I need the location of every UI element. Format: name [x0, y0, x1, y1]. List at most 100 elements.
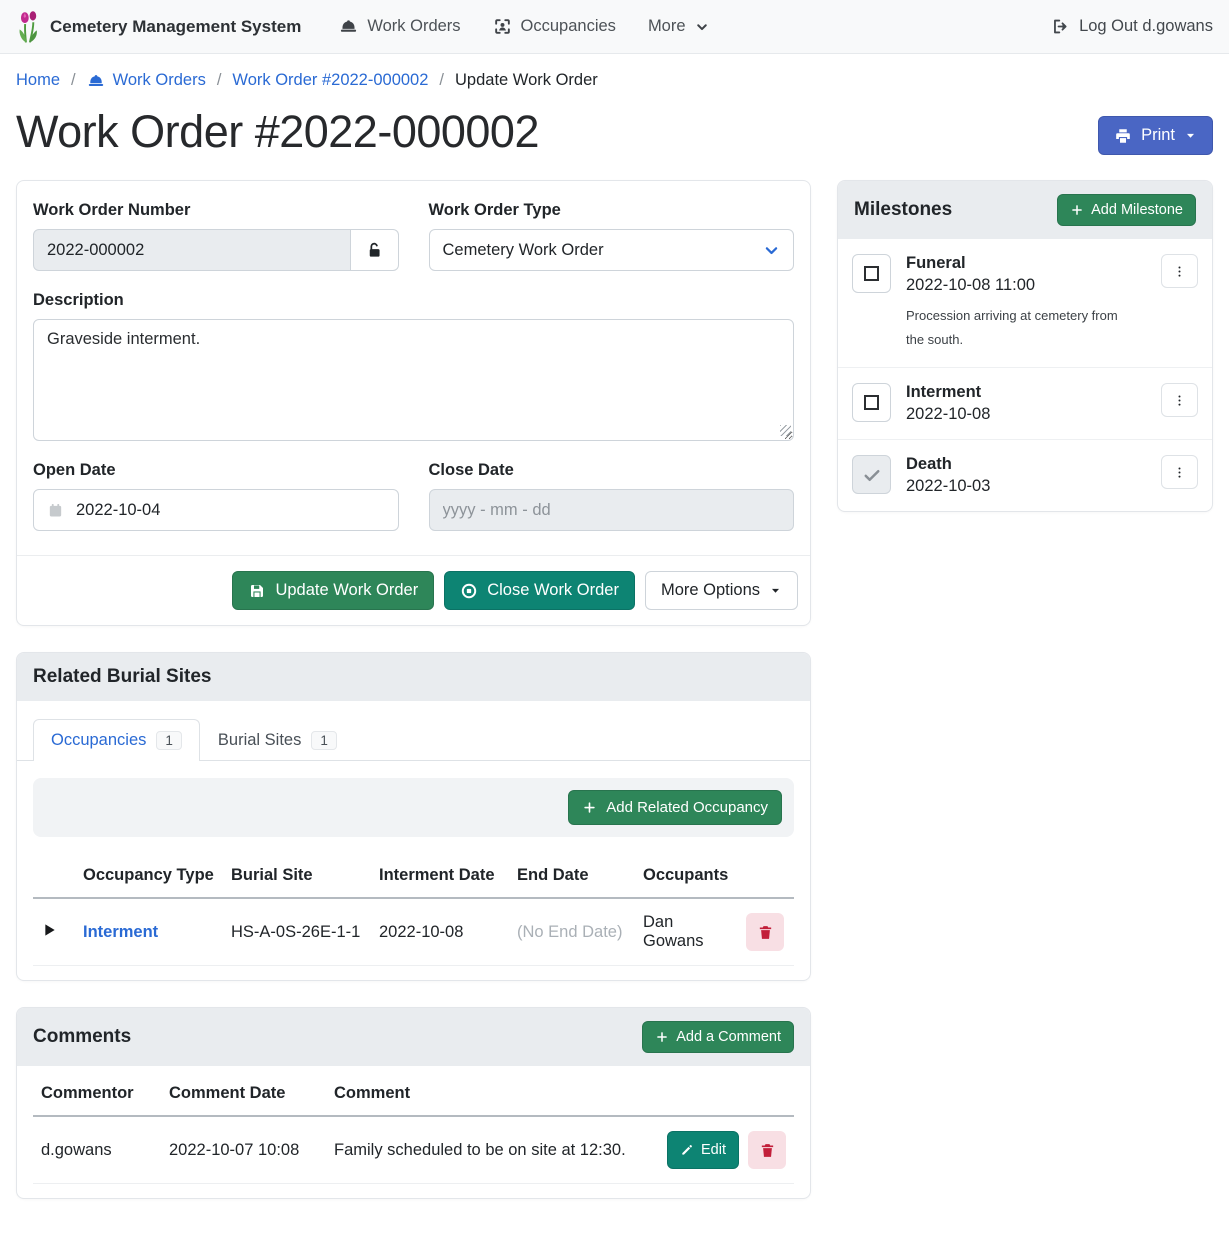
tab-label: Occupancies — [51, 731, 146, 750]
description-label: Description — [33, 291, 794, 310]
top-navbar: Cemetery Management System Work Orders — [0, 0, 1229, 54]
milestone-menu-button[interactable] — [1161, 455, 1198, 489]
milestone-date: 2022-10-08 — [906, 405, 1146, 424]
checkbox-square-icon — [864, 266, 879, 281]
close-date-input — [429, 489, 795, 531]
print-label: Print — [1141, 126, 1175, 145]
logout-button[interactable]: Log Out d.gowans — [1051, 17, 1213, 36]
comments-table: Commentor Comment Date Comment d.gowans … — [33, 1072, 794, 1184]
work-order-form-card: Work Order Number — [16, 180, 811, 626]
comment-table-row: d.gowans 2022-10-07 10:08 Family schedul… — [33, 1116, 794, 1184]
page-header: Work Order #2022-000002 Print — [0, 100, 1229, 180]
edit-comment-button[interactable]: Edit — [667, 1131, 739, 1169]
nav-item-work-orders[interactable]: Work Orders — [327, 9, 472, 44]
milestone-checkbox[interactable] — [852, 254, 891, 293]
breadcrumb-work-order-number[interactable]: Work Order #2022-000002 — [232, 71, 428, 90]
comments-card-header: Comments Add a Comment — [17, 1008, 810, 1066]
more-options-label: More Options — [661, 581, 760, 600]
breadcrumb-separator: / — [439, 71, 444, 90]
nav-item-occupancies[interactable]: Occupancies — [481, 9, 628, 44]
calendar-icon — [47, 502, 64, 519]
chevron-down-icon — [763, 242, 780, 259]
print-button[interactable]: Print — [1098, 116, 1213, 155]
occupancies-toolbar: Add Related Occupancy — [33, 778, 794, 837]
pencil-icon — [680, 1143, 694, 1157]
delete-comment-button[interactable] — [748, 1131, 786, 1169]
add-related-occupancy-label: Add Related Occupancy — [606, 799, 768, 816]
related-tabs: Occupancies 1 Burial Sites 1 — [17, 701, 810, 761]
add-related-occupancy-button[interactable]: Add Related Occupancy — [568, 790, 782, 825]
unlock-icon — [365, 241, 384, 260]
breadcrumb-work-orders[interactable]: Work Orders — [87, 71, 206, 90]
column-header: Commentor — [33, 1072, 161, 1116]
column-header: Burial Site — [223, 854, 371, 898]
add-comment-button[interactable]: Add a Comment — [642, 1021, 794, 1053]
caret-down-icon — [769, 584, 782, 597]
breadcrumb-current: Update Work Order — [455, 71, 598, 90]
work-order-type-value: Cemetery Work Order — [443, 241, 604, 260]
description-wrap: Graveside interment. — [33, 319, 794, 441]
left-column: Work Order Number — [16, 180, 811, 1225]
update-label: Update Work Order — [275, 581, 418, 600]
tab-burial-sites[interactable]: Burial Sites 1 — [200, 719, 355, 761]
chevron-down-icon — [695, 20, 709, 34]
stop-circle-icon — [460, 582, 478, 600]
column-header: Interment Date — [371, 854, 509, 898]
work-order-type-select[interactable]: Cemetery Work Order — [429, 229, 795, 271]
open-date-input[interactable] — [33, 489, 399, 531]
update-work-order-button[interactable]: Update Work Order — [232, 571, 434, 610]
column-header: Comment Date — [161, 1072, 326, 1116]
tab-occupancies[interactable]: Occupancies 1 — [33, 719, 200, 761]
occupant-frame-icon — [493, 17, 512, 36]
tab-burial-sites-count-badge: 1 — [311, 731, 337, 750]
nav-item-more[interactable]: More — [636, 9, 721, 44]
right-column: Milestones Add Milestone Funeral 2022-10… — [837, 180, 1213, 538]
trash-icon — [759, 1142, 776, 1159]
more-options-button[interactable]: More Options — [645, 571, 798, 610]
comments-card-title: Comments — [33, 1026, 131, 1048]
unlock-number-button[interactable] — [351, 229, 399, 271]
play-icon — [41, 922, 57, 938]
delete-occupancy-button[interactable] — [746, 913, 784, 951]
occupancy-table-row: Interment HS-A-0S-26E-1-1 2022-10-08 (No… — [33, 898, 794, 966]
milestones-card: Milestones Add Milestone Funeral 2022-10… — [837, 180, 1213, 512]
kebab-icon — [1172, 264, 1187, 279]
occupancy-type-link[interactable]: Interment — [83, 923, 158, 941]
comment-text-cell: Family scheduled to be on site at 12:30. — [326, 1116, 659, 1184]
breadcrumb-home[interactable]: Home — [16, 71, 60, 90]
plus-icon — [582, 800, 597, 815]
work-order-type-label: Work Order Type — [429, 201, 795, 220]
app-brand[interactable]: Cemetery Management System — [16, 9, 301, 45]
work-order-number-group — [33, 229, 399, 271]
caret-down-icon — [1184, 129, 1197, 142]
hardhat-icon — [87, 72, 105, 90]
column-header: Occupancy Type — [75, 854, 223, 898]
column-header: Occupants — [635, 854, 738, 898]
milestone-item-interment: Interment 2022-10-08 — [838, 368, 1212, 440]
related-card-header: Related Burial Sites — [17, 653, 810, 701]
related-card-title: Related Burial Sites — [33, 666, 211, 688]
column-header: End Date — [509, 854, 635, 898]
add-milestone-button[interactable]: Add Milestone — [1057, 194, 1196, 226]
occupants-cell: Dan Gowans — [635, 898, 738, 966]
checkmark-icon — [862, 465, 882, 485]
milestone-menu-button[interactable] — [1161, 383, 1198, 417]
open-date-value[interactable] — [76, 501, 385, 520]
actions-column-header — [738, 854, 794, 898]
milestone-checkbox[interactable] — [852, 383, 891, 422]
nav-links: Work Orders Occupancies More — [327, 9, 720, 44]
save-icon — [248, 582, 266, 600]
description-textarea[interactable]: Graveside interment. — [33, 319, 794, 441]
add-comment-label: Add a Comment — [676, 1029, 781, 1045]
interment-date-cell: 2022-10-08 — [371, 898, 509, 966]
milestone-menu-button[interactable] — [1161, 254, 1198, 288]
comments-card: Comments Add a Comment Commentor Comment… — [16, 1007, 811, 1199]
expand-row-button[interactable] — [41, 922, 57, 938]
expander-column-header — [33, 854, 75, 898]
main-content: Work Order Number — [0, 180, 1229, 1235]
burial-site-cell: HS-A-0S-26E-1-1 — [223, 898, 371, 966]
close-work-order-button[interactable]: Close Work Order — [444, 571, 635, 610]
tab-occupancies-count-badge: 1 — [156, 731, 182, 750]
milestone-checkbox-checked[interactable] — [852, 455, 891, 494]
work-order-form-body: Work Order Number — [17, 181, 810, 555]
